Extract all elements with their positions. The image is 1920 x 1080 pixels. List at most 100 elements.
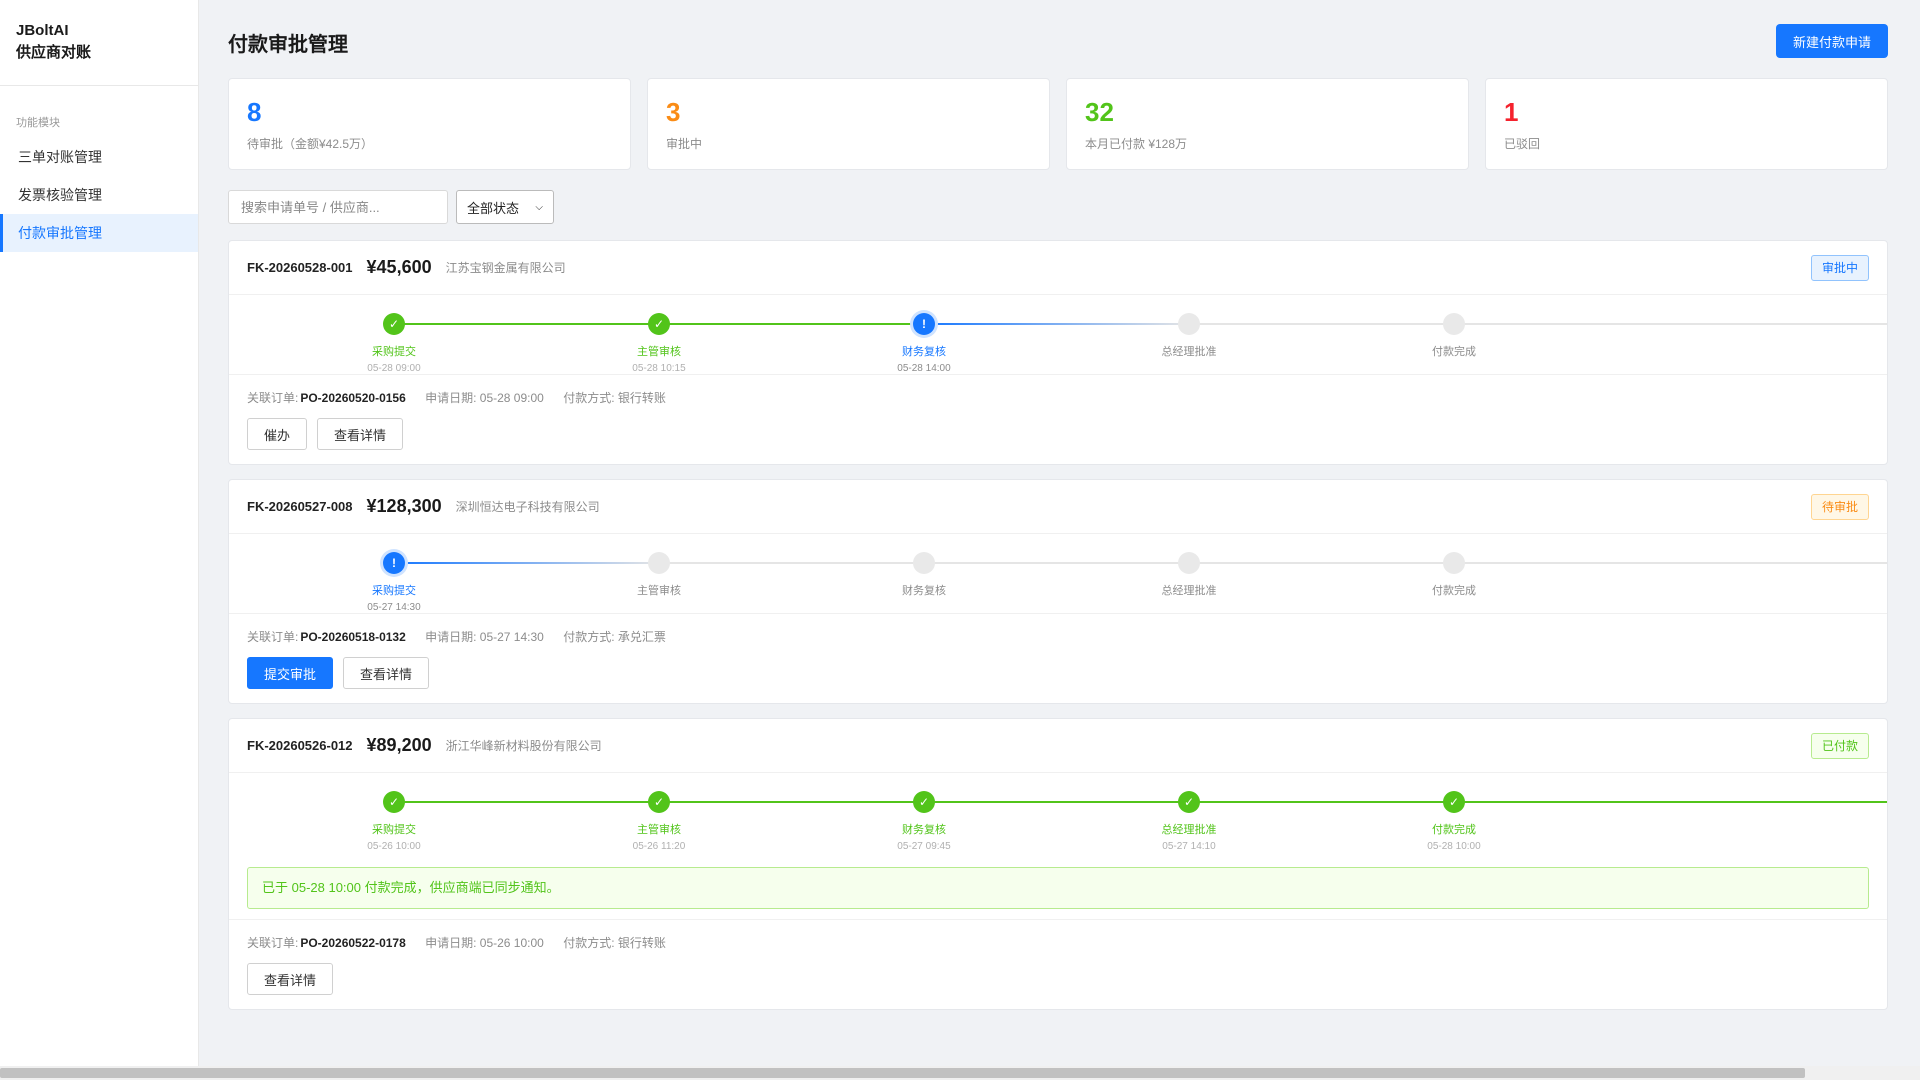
apply-date: 申请日期: 05-26 10:00 [425, 936, 544, 950]
card-header: FK-20260526-012 ¥89,200 浙江华峰新材料股份有限公司 已付… [229, 719, 1887, 773]
payment-method: 付款方式: 银行转账 [563, 936, 666, 950]
step-time: 05-28 10:15 [632, 363, 686, 374]
check-icon: ✓ [648, 791, 670, 813]
brand-subtitle: 供应商对账 [16, 44, 92, 61]
pending-dot-icon [1443, 552, 1465, 574]
pending-dot-icon [648, 552, 670, 574]
timeline-step: ✓ 主管审核 05-28 10:15 [599, 313, 719, 374]
related-order-value: PO-20260522-0178 [300, 936, 406, 950]
pending-dot-icon [1178, 313, 1200, 335]
step-name: 总经理批准 [1161, 346, 1217, 358]
approval-card-list: FK-20260528-001 ¥45,600 江苏宝钢金属有限公司 审批中 ✓… [228, 240, 1888, 1024]
approval-card: FK-20260527-008 ¥128,300 深圳恒达电子科技有限公司 待审… [228, 479, 1888, 704]
stat-card-in-review: 3 审批中 [647, 78, 1050, 170]
status-select-value: 全部状态 [467, 200, 520, 216]
sidebar: JBoltAI 供应商对账 功能模块 三单对账管理 发票核验管理 付款审批管理 [0, 0, 199, 1080]
pending-dot-icon [1443, 313, 1465, 335]
step-time: 05-27 09:45 [897, 841, 951, 852]
related-order: 关联订单: PO-20260522-0178 [247, 936, 406, 950]
urge-button[interactable]: 催办 [247, 418, 308, 450]
main-content: 付款审批管理 新建付款申请 8 待审批（金额¥42.5万） 3 审批中 32 本… [200, 0, 1920, 1080]
view-details-button[interactable]: 查看详情 [343, 657, 430, 689]
search-input[interactable] [228, 190, 448, 224]
related-order-label: 关联订单: [247, 936, 299, 950]
timeline-step: 总经理批准 [1129, 552, 1249, 598]
related-order-label: 关联订单: [247, 630, 299, 644]
related-order: 关联订单: PO-20260518-0132 [247, 630, 406, 644]
timeline-step: ✓ 采购提交 05-28 09:00 [334, 313, 454, 374]
new-payment-request-button[interactable]: 新建付款申请 [1776, 24, 1888, 58]
nav-group-title: 功能模块 [16, 117, 60, 129]
brand-title: JBoltAI [16, 22, 69, 39]
card-meta: 关联订单: PO-20260522-0178 申请日期: 05-26 10:00 … [229, 920, 1887, 951]
card-meta: 关联订单: PO-20260520-0156 申请日期: 05-28 09:00 … [229, 375, 1887, 406]
check-icon: ✓ [383, 313, 405, 335]
request-id: FK-20260526-012 [247, 738, 353, 753]
timeline-step: ✓ 付款完成 05-28 10:00 [1394, 791, 1514, 852]
sidebar-item-three-way-match[interactable]: 三单对账管理 [0, 138, 198, 176]
step-name: 付款完成 [1432, 824, 1476, 836]
step-name: 财务复核 [902, 824, 946, 836]
scrollbar-thumb[interactable] [0, 1068, 1805, 1078]
timeline-step: 主管审核 [599, 552, 719, 598]
approval-timeline: ! 采购提交 05-27 14:30 主管审核 财务复核 总经理批准 付款完成 [229, 534, 1887, 614]
status-select[interactable]: 全部状态 ⌵ [456, 190, 554, 224]
step-name: 采购提交 [372, 824, 416, 836]
timeline-step: ✓ 采购提交 05-26 10:00 [334, 791, 454, 852]
pending-dot-icon [913, 552, 935, 574]
supplier-name: 江苏宝钢金属有限公司 [445, 261, 566, 275]
stat-card-pending: 8 待审批（金额¥42.5万） [228, 78, 631, 170]
stat-card-rejected: 1 已驳回 [1485, 78, 1888, 170]
step-name: 财务复核 [902, 346, 946, 358]
step-name: 财务复核 [902, 585, 946, 597]
step-name: 主管审核 [637, 585, 681, 597]
request-amount: ¥45,600 [366, 257, 432, 277]
chevron-down-icon: ⌵ [535, 201, 543, 213]
horizontal-scrollbar[interactable] [0, 1066, 1920, 1080]
stat-label: 待审批（金额¥42.5万） [247, 137, 374, 151]
timeline-step: ✓ 总经理批准 05-27 14:10 [1129, 791, 1249, 852]
step-time: 05-28 09:00 [367, 363, 421, 374]
approval-timeline: ✓ 采购提交 05-28 09:00 ✓ 主管审核 05-28 10:15 ! … [229, 295, 1887, 375]
timeline-step: ! 采购提交 05-27 14:30 [334, 552, 454, 613]
status-badge: 已付款 [1810, 733, 1869, 759]
sidebar-item-payment-approval[interactable]: 付款审批管理 [0, 214, 198, 252]
card-meta: 关联订单: PO-20260518-0132 申请日期: 05-27 14:30 … [229, 614, 1887, 645]
stat-value: 3 [666, 97, 681, 127]
payment-method: 付款方式: 承兑汇票 [563, 630, 666, 644]
apply-date: 申请日期: 05-27 14:30 [425, 630, 544, 644]
supplier-name: 深圳恒达电子科技有限公司 [455, 500, 600, 514]
view-details-button[interactable]: 查看详情 [317, 418, 404, 450]
stat-card-paid: 32 本月已付款 ¥128万 [1066, 78, 1469, 170]
exclamation-icon: ! [383, 552, 405, 574]
step-name: 付款完成 [1432, 585, 1476, 597]
related-order: 关联订单: PO-20260520-0156 [247, 391, 406, 405]
step-name: 采购提交 [372, 346, 416, 358]
request-id: FK-20260528-001 [247, 260, 353, 275]
step-time: 05-28 10:00 [1427, 841, 1481, 852]
step-time: 05-26 11:20 [632, 841, 686, 852]
timeline-step: 总经理批准 [1129, 313, 1249, 359]
card-actions: 查看详情 [229, 951, 1887, 1009]
stat-value: 8 [247, 97, 262, 127]
supplier-name: 浙江华峰新材料股份有限公司 [445, 739, 602, 753]
check-icon: ✓ [1178, 791, 1200, 813]
stat-label: 已驳回 [1504, 137, 1541, 151]
view-details-button[interactable]: 查看详情 [247, 963, 334, 995]
page-title: 付款审批管理 [228, 34, 348, 56]
sidebar-item-invoice-verification[interactable]: 发票核验管理 [0, 176, 198, 214]
stats-row: 8 待审批（金额¥42.5万） 3 审批中 32 本月已付款 ¥128万 1 已… [228, 78, 1888, 170]
approval-card: FK-20260526-012 ¥89,200 浙江华峰新材料股份有限公司 已付… [228, 718, 1888, 1010]
nav-section: 功能模块 三单对账管理 发票核验管理 付款审批管理 [0, 86, 198, 252]
check-icon: ✓ [1443, 791, 1465, 813]
card-actions: 催办 查看详情 [229, 406, 1887, 464]
step-time: 05-27 14:10 [1162, 841, 1216, 852]
step-name: 采购提交 [372, 585, 416, 597]
check-icon: ✓ [383, 791, 405, 813]
step-name: 主管审核 [637, 824, 681, 836]
related-order-value: PO-20260518-0132 [300, 630, 406, 644]
submit-approval-button[interactable]: 提交审批 [247, 657, 334, 689]
request-amount: ¥89,200 [366, 735, 432, 755]
step-time: 05-27 14:30 [367, 602, 421, 613]
stat-label: 本月已付款 ¥128万 [1085, 137, 1188, 151]
